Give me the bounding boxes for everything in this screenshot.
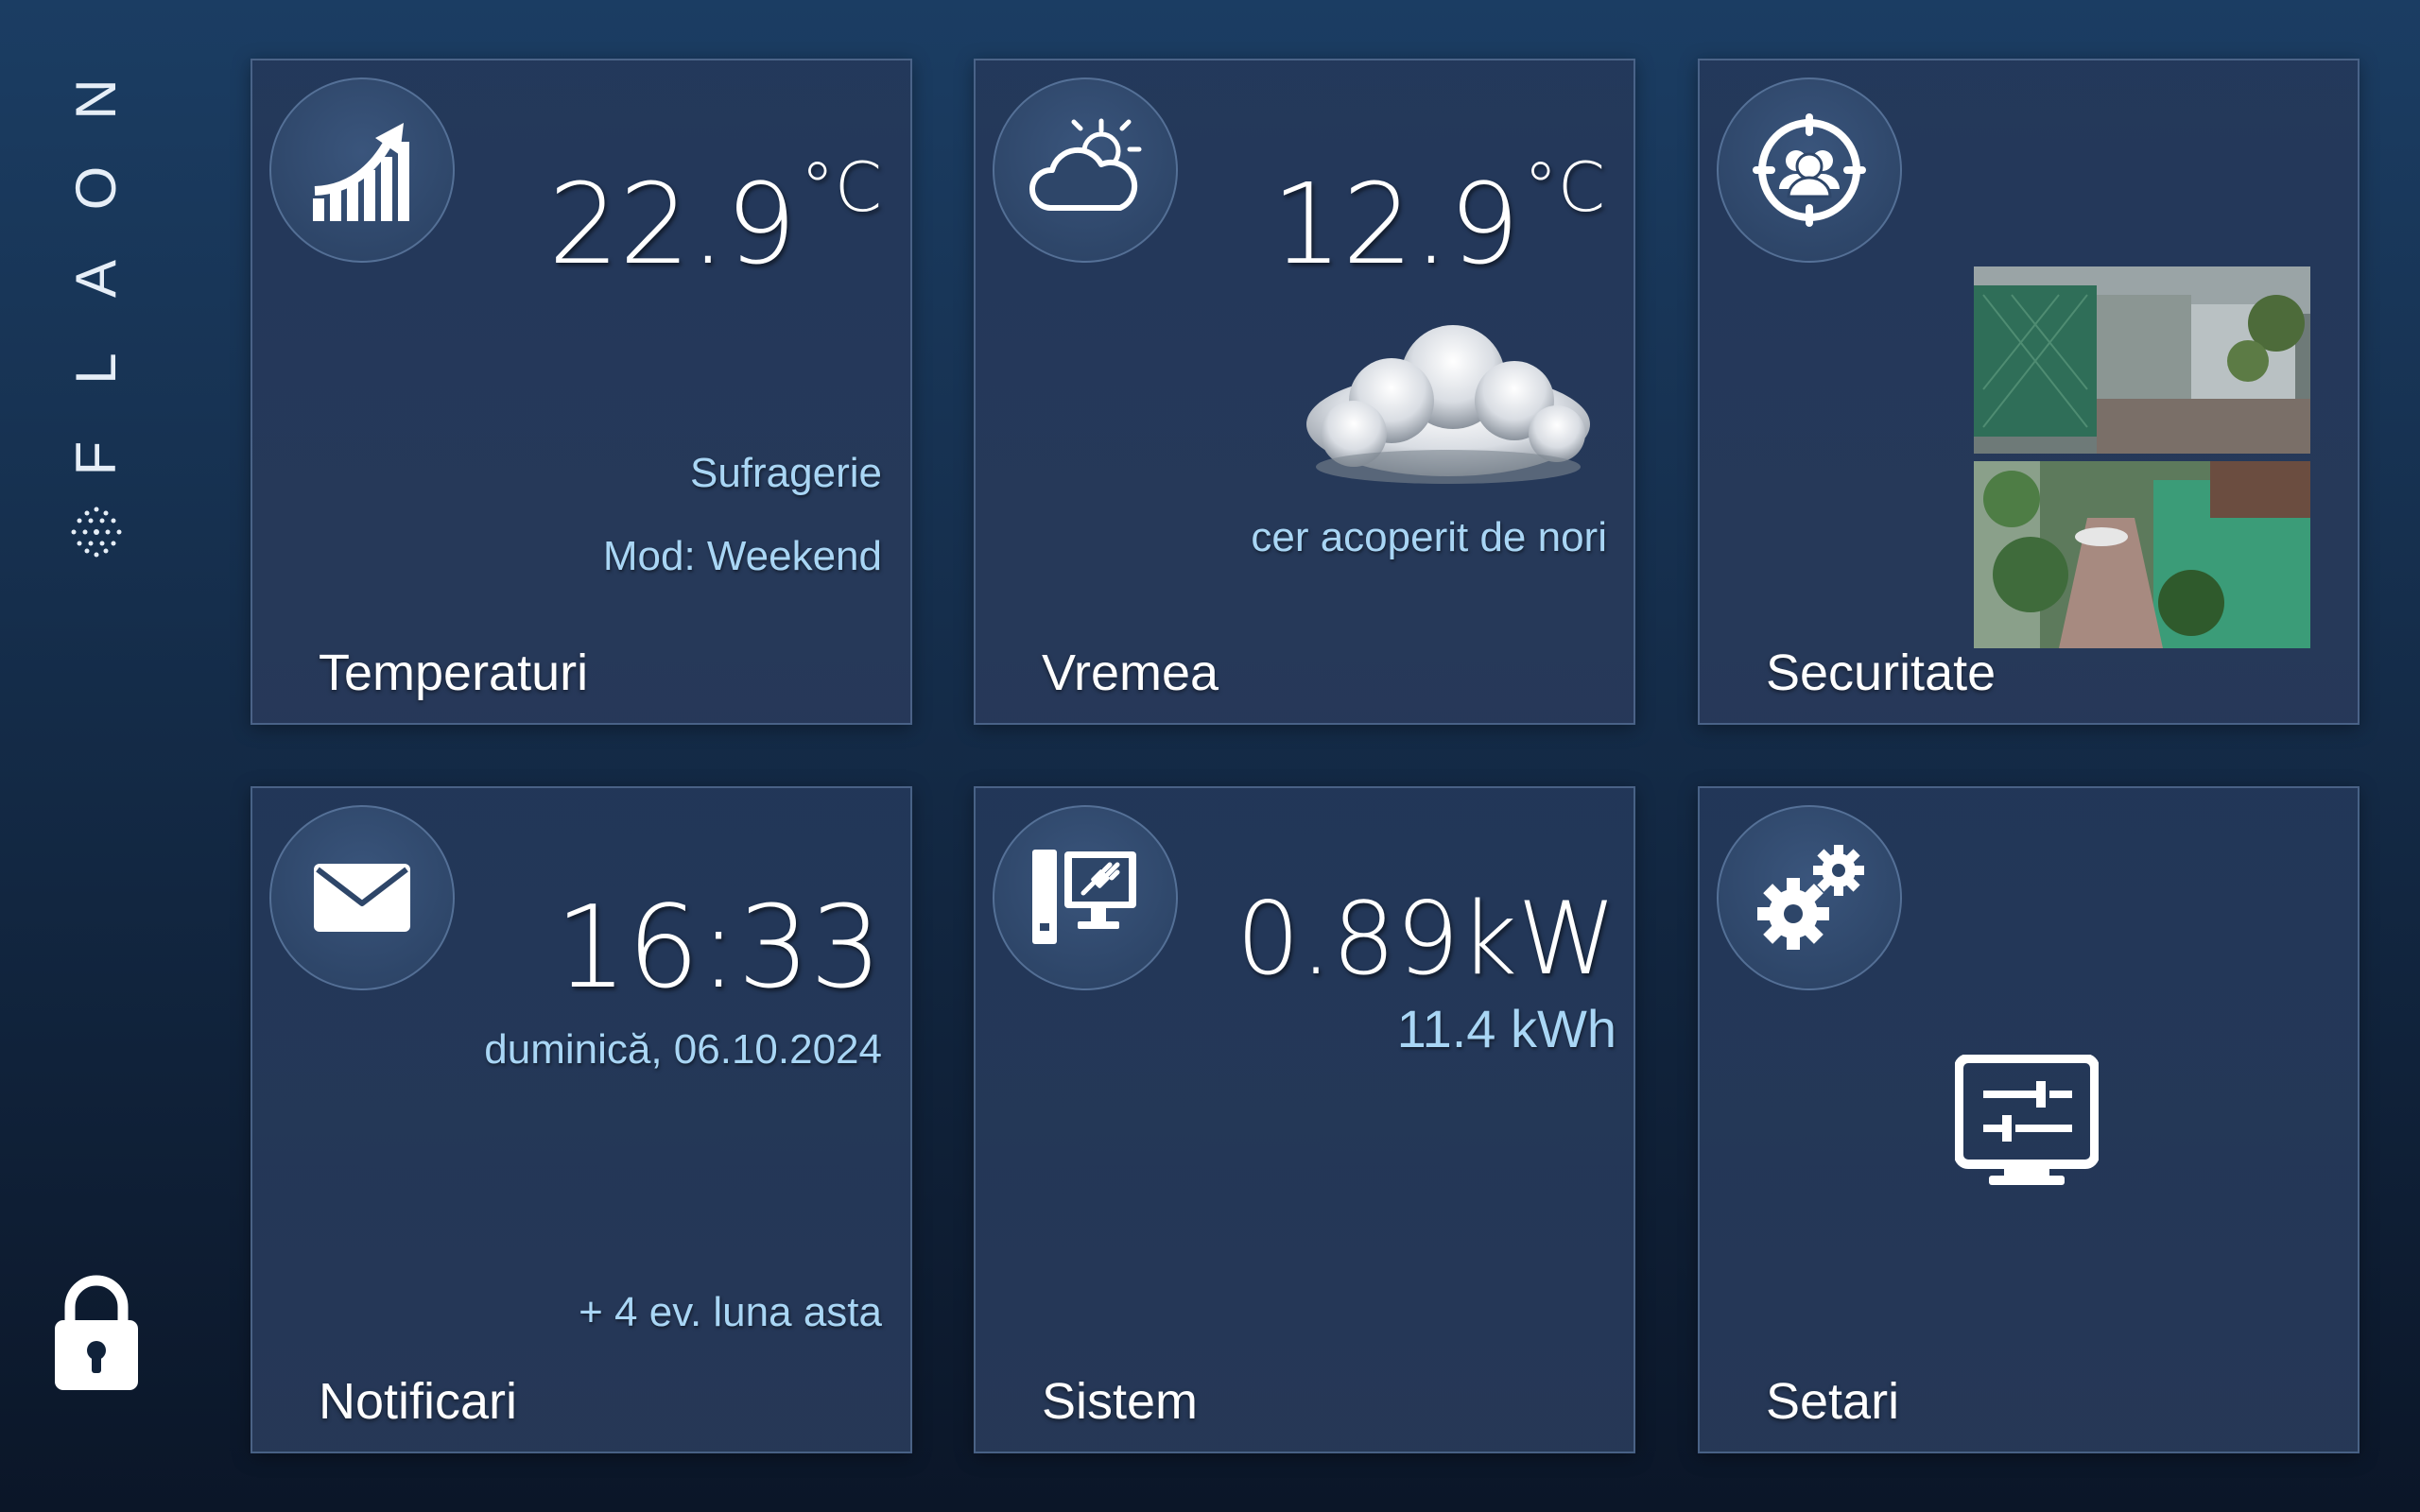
brand-letter: L bbox=[64, 352, 128, 385]
brand-dots-icon bbox=[71, 507, 122, 558]
tile-securitate[interactable]: Securitate bbox=[1698, 59, 2360, 725]
icon-circle bbox=[1717, 77, 1902, 263]
chart-up-icon bbox=[313, 123, 409, 221]
clock-time: 16:33 bbox=[555, 883, 882, 1014]
room-name: Sufragerie bbox=[689, 450, 882, 496]
temperature-unit: °C bbox=[800, 147, 882, 227]
tile-vremea[interactable]: 12.9°C cer acoperit de nori Vremea bbox=[974, 59, 1635, 725]
tile-title: Notificari bbox=[319, 1373, 518, 1430]
tile-title: Vremea bbox=[1042, 644, 1219, 701]
cloud-icon bbox=[1306, 325, 1590, 484]
security-users-icon bbox=[1753, 113, 1866, 227]
brand-letter: A bbox=[64, 259, 128, 299]
weather-temperature-unit: °C bbox=[1523, 147, 1605, 227]
power-value: 0.89kW bbox=[1236, 881, 1616, 997]
brand-letter: O bbox=[64, 165, 128, 211]
events-count: + 4 ev. luna asta bbox=[579, 1289, 882, 1335]
tile-notificari[interactable]: 16:33 duminică, 06.10.2024 + 4 ev. luna … bbox=[251, 786, 912, 1453]
tile-sistem[interactable]: 0.89kW 11.4 kWh Sistem bbox=[974, 786, 1635, 1453]
display-settings-icon[interactable] bbox=[1955, 1055, 2099, 1187]
tile-temperaturi[interactable]: 22.9°C Sufragerie Mod: Weekend Temperatu… bbox=[251, 59, 912, 725]
camera-feed-2[interactable] bbox=[1974, 461, 2310, 648]
icon-circle bbox=[269, 77, 455, 263]
brand-letter: F bbox=[64, 440, 128, 476]
icon-circle bbox=[993, 805, 1178, 990]
tile-title: Securitate bbox=[1766, 644, 1996, 701]
tile-title: Temperaturi bbox=[319, 644, 589, 701]
weather-condition: cer acoperit de nori bbox=[1251, 514, 1607, 560]
tile-title: Setari bbox=[1766, 1373, 1900, 1430]
energy-value: 11.4 kWh bbox=[1396, 999, 1616, 1058]
tile-title: Sistem bbox=[1042, 1373, 1199, 1430]
temperature-value: 22.9°C bbox=[548, 147, 882, 289]
icon-circle bbox=[269, 805, 455, 990]
temperature-number: 22.9 bbox=[547, 159, 797, 289]
envelope-icon bbox=[314, 864, 410, 932]
weather-temperature-number: 12.9 bbox=[1270, 159, 1520, 289]
brand-letter: N bbox=[64, 78, 128, 120]
sidebar: N O A L F bbox=[0, 0, 199, 1512]
mode-label: Mod: Weekend bbox=[602, 533, 882, 579]
partly-cloudy-icon bbox=[1028, 118, 1142, 211]
lock-icon[interactable] bbox=[49, 1271, 144, 1394]
computer-plug-icon bbox=[1032, 850, 1136, 944]
gears-icon bbox=[1757, 845, 1864, 950]
icon-circle bbox=[1717, 805, 1902, 990]
camera-feed-1[interactable] bbox=[1974, 266, 2310, 454]
clock-date: duminică, 06.10.2024 bbox=[484, 1026, 882, 1073]
tile-setari[interactable]: Setari bbox=[1698, 786, 2360, 1453]
weather-temperature: 12.9°C bbox=[1271, 147, 1605, 289]
icon-circle bbox=[993, 77, 1178, 263]
